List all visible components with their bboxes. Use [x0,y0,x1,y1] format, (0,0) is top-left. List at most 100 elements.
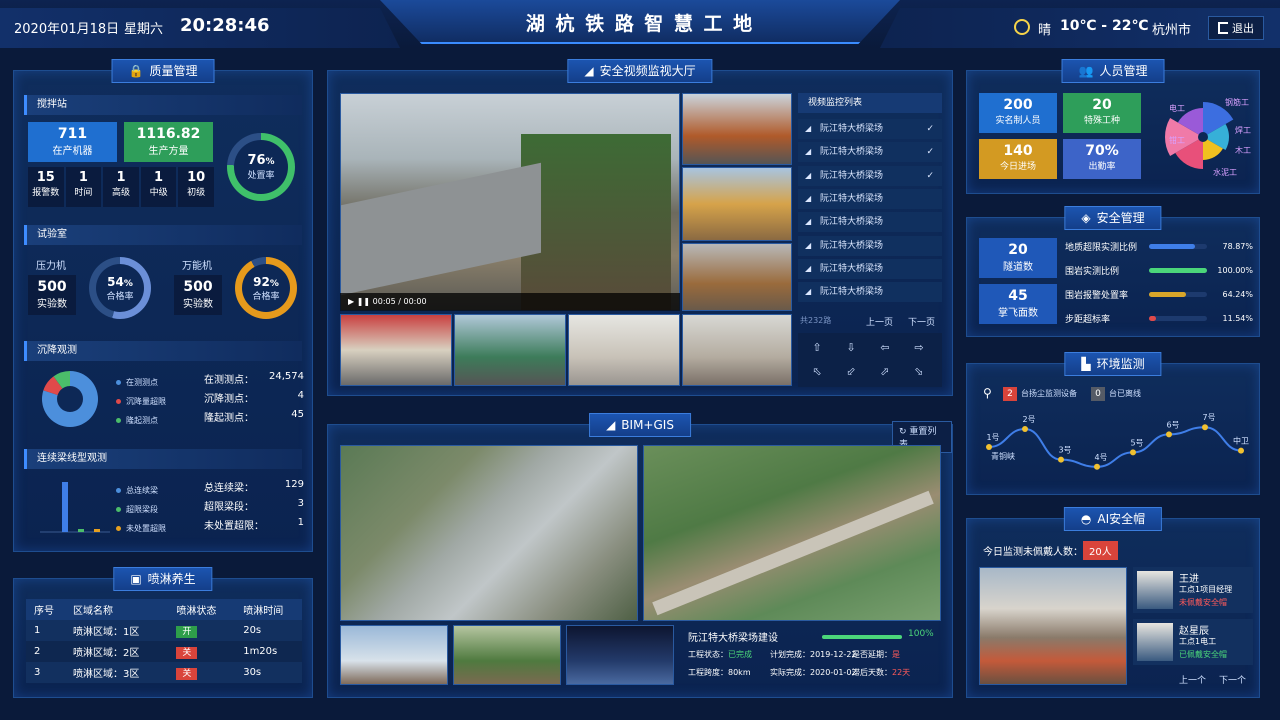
safety-row: 围岩实测比例 100.00% [1065,260,1253,280]
mixing-stat-label: 初级 [187,188,206,198]
cam-thumb-4[interactable] [340,314,452,386]
mixing-stat-label: 高级 [111,188,130,198]
project-field-key: 是否延期： [852,650,892,659]
spray-state-toggle[interactable]: 关 [176,668,198,680]
legend-dot [116,526,121,531]
header-time: 20:28:46 [180,15,270,36]
safety-label: 围岩实测比例 [1065,266,1120,277]
ai-snapshot[interactable] [979,567,1127,685]
personnel-card: 70% 出勤率 [1063,139,1141,179]
cam-thumb-3[interactable] [682,243,792,311]
video-prev-button[interactable]: 上一页 [866,315,893,328]
arrow-upright-icon[interactable]: ⬀ [874,363,896,381]
arrow-right-icon[interactable]: ⇨ [908,339,930,357]
project-field-key: 计划完成： [770,650,810,659]
video-total: 共232路 [800,316,832,325]
video-item-label: 阮江特大桥梁场 [820,193,884,204]
camera-small-icon: ◢ [805,217,812,227]
cam-thumb-6[interactable] [568,314,680,386]
ai-person-card[interactable]: 赵星辰 工点1电工 已佩戴安全帽 [1133,619,1253,665]
video-list-title: 视频监控列表 [798,93,942,113]
bim-thumb-2[interactable] [453,625,561,685]
univ-card: 500 实验数 [174,275,222,315]
video-item-label: 阮江特大桥梁场 [820,147,884,158]
video-list-item[interactable]: ◢ 阮江特大桥梁场 ✓ [798,142,942,163]
video-list-item[interactable]: ◢ 阮江特大桥梁场 ✓ [798,165,942,186]
spray-header: 序号 [34,606,54,617]
header-date: 2020年01月18日 [14,22,120,37]
cam-thumb-5[interactable] [454,314,566,386]
video-list-item[interactable]: ◢ 阮江特大桥梁场 [798,188,942,209]
cam-thumb-1[interactable] [682,93,792,165]
bim-panel: ◢BIM+GIS ↻ 重置列表 阮江特大桥梁场建设 100% 工程状态：已完成计… [327,413,953,698]
spray-icon: ▣ [130,572,142,586]
project-field: 工程跨度：80km [688,667,751,678]
env-node[interactable] [1166,431,1172,438]
env-route-line: 1号 2号 3号 4号 5号 6号 7号中卫青铜峡 [986,413,1249,470]
bim-thumb-1[interactable] [340,625,448,685]
arrow-up-icon[interactable]: ⇧ [806,339,828,357]
play-icon[interactable]: ▶ [348,297,354,306]
stat-key: 未处置超限： [204,521,264,532]
legend-item: 总连续梁 [116,481,166,500]
video-list-item[interactable]: ◢ 阮江特大桥梁场 [798,235,942,256]
spray-state-toggle[interactable]: 开 [176,626,198,638]
video-next-button[interactable]: 下一页 [908,315,935,328]
avatar [1137,571,1173,609]
video-list-item[interactable]: ◢ 阮江特大桥梁场 ✓ [798,119,942,139]
main-video[interactable] [340,93,680,311]
safety-value: 11.54% [1222,313,1253,323]
video-list-item[interactable]: ◢ 阮江特大桥梁场 [798,212,942,233]
project-field-value: 80km [728,668,751,677]
bim-aerial-1[interactable] [340,445,638,621]
rose-label: 木工 [1235,145,1251,155]
arrow-upleft-icon[interactable]: ⬁ [806,363,828,381]
bim-thumb-3[interactable] [566,625,674,685]
env-node[interactable] [1094,463,1100,470]
project-field-value: 2019-12-22 [810,650,857,659]
env-node[interactable] [1238,447,1244,454]
spray-row: 3 喷淋区域：3区 关 30s [26,662,302,683]
video-list: 视频监控列表 ◢ 阮江特大桥梁场 ✓ ◢ 阮江特大桥梁场 ✓ ◢ 阮江特大桥梁场 ✓ ◢ 阮江特大桥… [798,93,942,387]
arrow-downleft-icon[interactable]: ⬃ [840,363,862,381]
arrow-downright-icon[interactable]: ⬂ [908,363,930,381]
video-list-item[interactable]: ◢ 阮江特大桥梁场 [798,282,942,303]
legend-label: 在测测点 [126,378,158,387]
spray-header: 喷淋状态 [176,606,217,617]
ai-person-role: 工点1电工 [1179,637,1217,646]
spray-title: ▣ 喷淋养生 [113,567,213,591]
ai-prev-button[interactable]: 上一个 [1179,673,1206,686]
stat-row: 隆起测点： 45 [204,409,304,428]
video-item-label: 阮江特大桥梁场 [820,217,884,228]
camera-icon: ◢ [584,64,594,78]
spray-state-toggle[interactable]: 关 [176,647,198,659]
env-node[interactable] [1058,456,1064,463]
env-node[interactable] [1202,424,1208,431]
video-list-item[interactable]: ◢ 阮江特大桥梁场 [798,258,942,279]
arrow-down-icon[interactable]: ⇩ [840,339,862,357]
pause-icon[interactable]: ❚❚ [357,297,370,306]
beam-bars [40,482,110,533]
spray-state-cell: 开 [168,620,235,641]
face-card: 45 掌飞面数 [979,284,1057,324]
cam-thumb-7[interactable] [682,314,792,386]
beam-section: 连续梁线型观测 [24,449,302,469]
logout-button[interactable]: 退出 [1208,16,1264,40]
safety-fill [1149,243,1195,249]
env-node[interactable] [1130,449,1136,456]
stat-key: 总连续梁： [204,483,254,494]
env-node[interactable] [986,444,992,450]
env-node[interactable] [1022,426,1028,432]
ai-person-card[interactable]: 王进 工点1项目经理 未佩戴安全帽 [1133,567,1253,613]
project-field: 滞后天数：22天 [852,667,910,678]
bim-gis-map[interactable] [643,445,941,621]
arrow-left-icon[interactable]: ⇦ [874,339,896,357]
safety-track [1149,315,1207,321]
mixing-stat-value: 1 [78,170,88,185]
ai-next-button[interactable]: 下一个 [1219,673,1246,686]
spray-no: 3 [34,667,41,678]
cam-thumb-2[interactable] [682,167,792,241]
stat-key: 超限梁段： [204,502,254,513]
factory-icon: ▙ [1081,357,1091,371]
beam-values: 总连续梁： 129 超限梁段： 3 未处置超限： 1 [204,479,304,536]
